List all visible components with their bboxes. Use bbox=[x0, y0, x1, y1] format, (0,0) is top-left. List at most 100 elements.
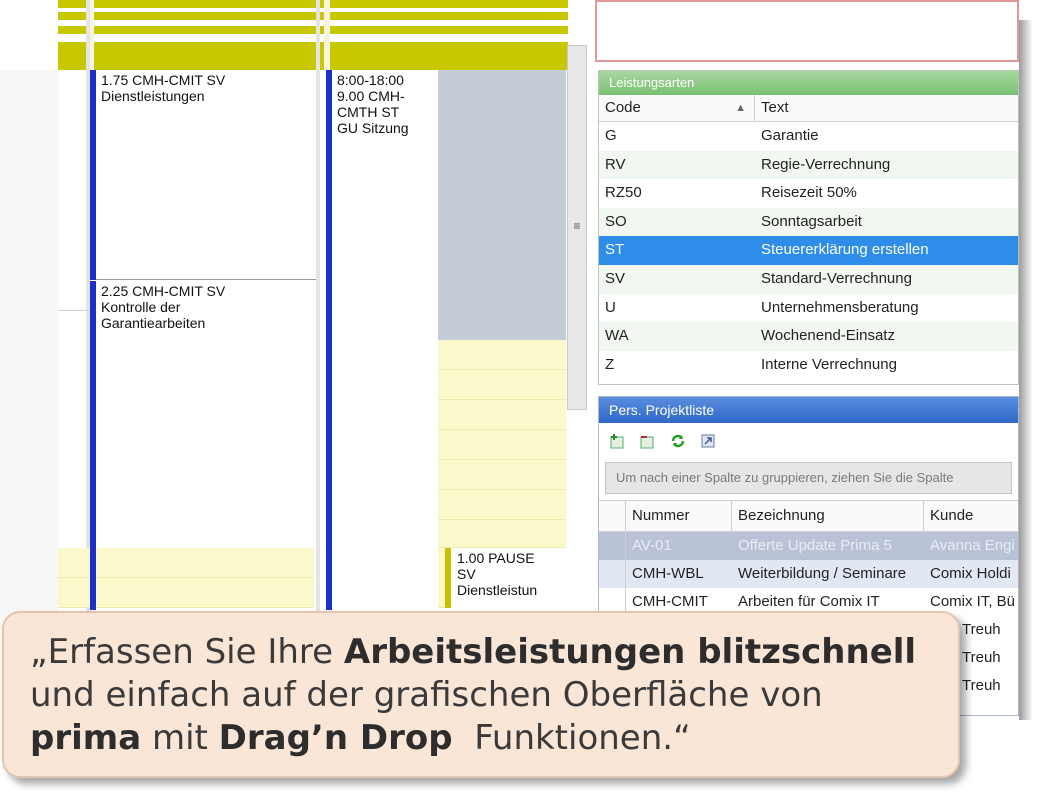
event-title: 9.00 CMH- bbox=[337, 88, 405, 104]
cell-text: Wochenend-Einsatz bbox=[761, 327, 895, 345]
cell-text: Sonntagsarbeit bbox=[761, 212, 862, 230]
add-project-icon[interactable] bbox=[607, 430, 629, 452]
quote-emphasis: Drag’n Drop bbox=[218, 718, 453, 758]
free-slot[interactable] bbox=[438, 370, 566, 400]
cell-text: Garantie bbox=[761, 127, 819, 144]
cell-code: RV bbox=[605, 155, 626, 173]
free-slot[interactable] bbox=[58, 548, 314, 578]
table-row[interactable]: G Garantie bbox=[599, 122, 1018, 151]
table-row[interactable]: SO Sonntagsarbeit bbox=[599, 207, 1018, 237]
calendar-event[interactable]: 2.25 CMH-CMIT SV Kontrolle der Garantiea… bbox=[90, 281, 316, 548]
panel-title: Pers. Projektliste bbox=[599, 397, 1018, 423]
allday-row bbox=[58, 12, 568, 20]
table-row-selected[interactable]: ST Steuererklärung erstellen bbox=[599, 236, 1018, 265]
column-header-nummer[interactable]: Nummer bbox=[626, 501, 732, 531]
quote-line-2: und einfach auf der grafischen Oberfläch… bbox=[30, 675, 823, 715]
event-subtitle: Kontrolle der bbox=[101, 299, 181, 315]
cell-code: U bbox=[605, 298, 616, 316]
quote-text: „Erfassen Sie Ihre bbox=[30, 632, 344, 672]
cell-code: RZ50 bbox=[605, 184, 642, 202]
calendar-event-pause[interactable]: 1.00 PAUSE SV Dienstleistun bbox=[445, 548, 563, 608]
sort-asc-icon: ▲ bbox=[735, 102, 746, 114]
free-slot[interactable] bbox=[438, 490, 566, 520]
free-slot[interactable] bbox=[438, 520, 566, 548]
table-row[interactable]: RZ50 Reisezeit 50% bbox=[599, 179, 1018, 208]
quote-emphasis: prima bbox=[30, 718, 142, 758]
column-header-bezeichnung[interactable]: Bezeichnung bbox=[732, 501, 924, 531]
leistungsarten-panel: Leistungsarten Code ▲ Text G Garantie RV… bbox=[598, 70, 1019, 385]
cell-code: SO bbox=[605, 212, 627, 230]
calendar-event[interactable]: 8:00-18:00 9.00 CMH- CMTH ST GU Sitzung bbox=[326, 70, 438, 610]
table-row[interactable]: CMH-WBL Weiterbildung / Seminare Comix H… bbox=[599, 560, 1018, 588]
event-title: 1.00 PAUSE bbox=[457, 550, 535, 566]
column-header-code[interactable]: Code ▲ bbox=[599, 95, 755, 121]
grid-header: Nummer Bezeichnung Kunde bbox=[599, 500, 1018, 532]
splitter-handle[interactable]: ≡ bbox=[567, 45, 587, 410]
event-time: 8:00-18:00 bbox=[337, 72, 404, 88]
event-divider bbox=[96, 279, 316, 280]
free-slot[interactable] bbox=[438, 340, 566, 370]
detail-box bbox=[595, 0, 1019, 62]
remove-project-icon[interactable] bbox=[637, 430, 659, 452]
quote-callout: „Erfassen Sie Ihre Arbeitsleistungen bli… bbox=[2, 611, 960, 778]
free-slot[interactable] bbox=[438, 430, 566, 460]
panel-title: Leistungsarten bbox=[599, 71, 1018, 95]
window-shadow bbox=[1019, 20, 1033, 720]
table-row[interactable]: SV Standard-Verrechnung bbox=[599, 264, 1018, 294]
allday-band bbox=[58, 42, 568, 70]
quote-text: Funktionen.“ bbox=[452, 718, 691, 758]
event-title: 2.25 CMH-CMIT SV bbox=[101, 283, 226, 299]
free-slot[interactable] bbox=[58, 578, 314, 608]
column-header-kunde[interactable]: Kunde bbox=[924, 501, 1018, 531]
day-separator bbox=[324, 0, 330, 70]
event-subtitle: Dienstleistun bbox=[457, 582, 538, 598]
cell-text: Unternehmensberatung bbox=[761, 298, 919, 316]
leistungsarten-rows: G Garantie RV Regie-Verrechnung RZ50 Rei… bbox=[599, 122, 1018, 379]
calendar-view[interactable]: 1.75 CMH-CMIT SV Dienstleistungen 2.25 C… bbox=[0, 0, 575, 630]
grid-header: Code ▲ Text bbox=[599, 95, 1018, 122]
cell-code: SV bbox=[605, 269, 626, 287]
table-row[interactable]: RV Regie-Verrechnung bbox=[599, 150, 1018, 180]
event-subtitle: GU Sitzung bbox=[337, 120, 409, 136]
projekt-toolbar bbox=[599, 423, 1018, 459]
cell-bezeichnung: Weiterbildung / Seminare bbox=[738, 565, 907, 582]
cell-text: Regie-Verrechnung bbox=[761, 155, 891, 173]
cell-nummer: AV-01 bbox=[632, 537, 672, 554]
allday-row bbox=[58, 0, 568, 8]
calendar-event[interactable]: 1.75 CMH-CMIT SV Dienstleistungen bbox=[90, 70, 316, 280]
quote-emphasis: Arbeitsleistungen blitzschnell bbox=[343, 632, 917, 672]
allday-row bbox=[58, 26, 568, 34]
event-subtitle: Garantiearbeiten bbox=[101, 315, 206, 331]
cell-code: ST bbox=[605, 241, 625, 259]
cell-text: Steuererklärung erstellen bbox=[761, 241, 929, 259]
group-by-area[interactable]: Um nach einer Spalte zu gruppieren, zieh… bbox=[605, 462, 1012, 494]
hour-line bbox=[58, 310, 90, 311]
row-indicator-header bbox=[599, 501, 626, 531]
cell-text: Reisezeit 50% bbox=[761, 184, 857, 202]
table-row[interactable]: AV-01 Offerte Update Prima 5 Avanna Engi bbox=[599, 532, 1018, 560]
table-row[interactable]: U Unternehmensberatung bbox=[599, 294, 1018, 323]
cell-code: G bbox=[605, 127, 617, 144]
cell-bezeichnung: Offerte Update Prima 5 bbox=[738, 537, 892, 554]
event-subtitle: SV bbox=[457, 566, 476, 582]
row-indicator bbox=[599, 560, 626, 588]
event-subtitle: Dienstleistungen bbox=[101, 88, 205, 104]
quote-text: mit bbox=[141, 718, 219, 758]
event-bar bbox=[90, 548, 96, 610]
export-icon[interactable] bbox=[697, 430, 719, 452]
cell-code: WA bbox=[605, 327, 629, 345]
free-slot[interactable] bbox=[438, 400, 566, 430]
event-title: CMTH ST bbox=[337, 104, 400, 120]
table-row[interactable]: Z Interne Verrechnung bbox=[599, 351, 1018, 380]
cell-text: Standard-Verrechnung bbox=[761, 269, 912, 287]
event-title: 1.75 CMH-CMIT SV bbox=[101, 72, 226, 88]
table-row[interactable]: WA Wochenend-Einsatz bbox=[599, 322, 1018, 351]
column-header-text[interactable]: Text bbox=[755, 95, 1018, 121]
day-column-line bbox=[316, 0, 320, 630]
quote-line-1: „Erfassen Sie Ihre Arbeitsleistungen bli… bbox=[30, 631, 934, 674]
column-label: Code bbox=[605, 99, 641, 116]
free-slot[interactable] bbox=[438, 460, 566, 490]
refresh-icon[interactable] bbox=[667, 430, 689, 452]
cell-kunde: Avanna Engi bbox=[930, 537, 1015, 554]
row-indicator bbox=[599, 532, 626, 560]
